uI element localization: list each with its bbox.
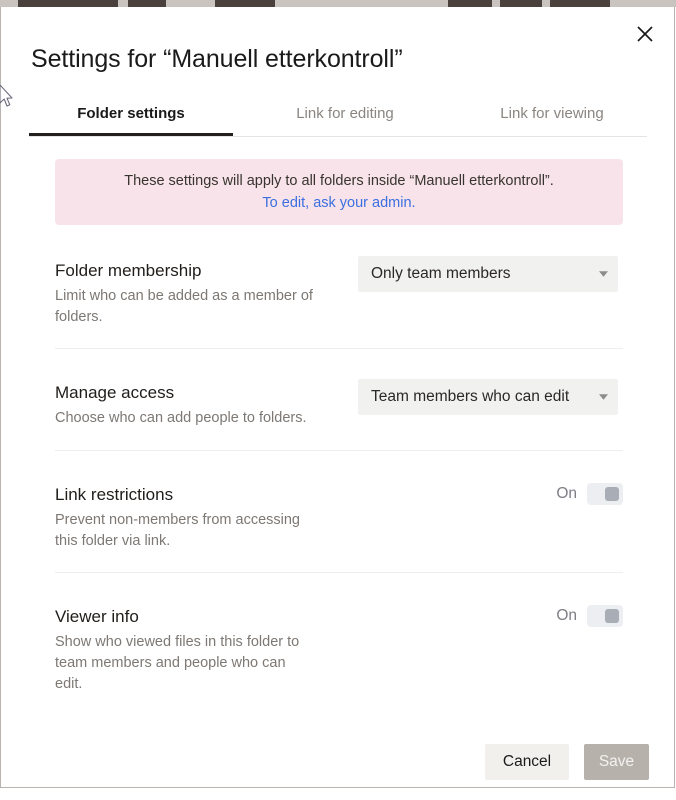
setting-description: Prevent non-members from accessing this …: [55, 512, 300, 549]
setting-label: Viewer info: [55, 607, 139, 626]
setting-description: Choose who can add people to folders.: [55, 410, 307, 426]
manage-access-dropdown[interactable]: Team members who can edit: [358, 379, 618, 415]
page-backdrop: Settings for “Manuell etterkontroll” Fol…: [0, 0, 676, 800]
divider: [55, 348, 623, 349]
close-icon[interactable]: [628, 17, 662, 51]
link-restrictions-toggle-group: On: [556, 483, 623, 505]
viewer-info-toggle[interactable]: [587, 605, 623, 627]
chevron-down-icon: [599, 394, 608, 400]
ask-admin-link[interactable]: To edit, ask your admin.: [262, 192, 415, 214]
tab-link-for-viewing[interactable]: Link for viewing: [458, 101, 646, 136]
tab-label: Link for editing: [296, 105, 394, 122]
tab-label: Link for viewing: [500, 105, 604, 122]
viewer-info-toggle-group: On: [556, 605, 623, 627]
tab-label: Folder settings: [77, 105, 185, 122]
notice-text: These settings will apply to all folders…: [124, 173, 554, 189]
admin-notice-banner: These settings will apply to all folders…: [55, 159, 623, 225]
toggle-state-label: On: [556, 485, 577, 502]
link-restrictions-toggle[interactable]: [587, 483, 623, 505]
setting-description: Show who viewed files in this folder to …: [55, 634, 300, 692]
settings-modal: Settings for “Manuell etterkontroll” Fol…: [0, 7, 675, 788]
chevron-down-icon: [599, 271, 608, 277]
divider: [55, 572, 623, 573]
dropdown-value: Only team members: [371, 265, 511, 282]
dropdown-value: Team members who can edit: [371, 388, 570, 405]
toggle-knob: [605, 609, 619, 623]
setting-label: Folder membership: [55, 261, 202, 280]
setting-label: Manage access: [55, 383, 175, 402]
folder-membership-dropdown[interactable]: Only team members: [358, 256, 618, 292]
save-button: Save: [584, 744, 649, 780]
page-title: Settings for “Manuell etterkontroll”: [31, 45, 403, 73]
background-content-strip: [0, 0, 676, 7]
toggle-knob: [605, 487, 619, 501]
divider: [55, 450, 623, 451]
cancel-button[interactable]: Cancel: [485, 744, 569, 780]
toggle-state-label: On: [556, 607, 577, 624]
tab-link-for-editing[interactable]: Link for editing: [251, 101, 439, 136]
setting-description: Limit who can be added as a member of fo…: [55, 288, 313, 325]
setting-label: Link restrictions: [55, 485, 174, 504]
tab-bar: Folder settings Link for editing Link fo…: [29, 101, 647, 137]
tab-folder-settings[interactable]: Folder settings: [29, 101, 233, 136]
close-icon-glyph: [637, 26, 653, 42]
